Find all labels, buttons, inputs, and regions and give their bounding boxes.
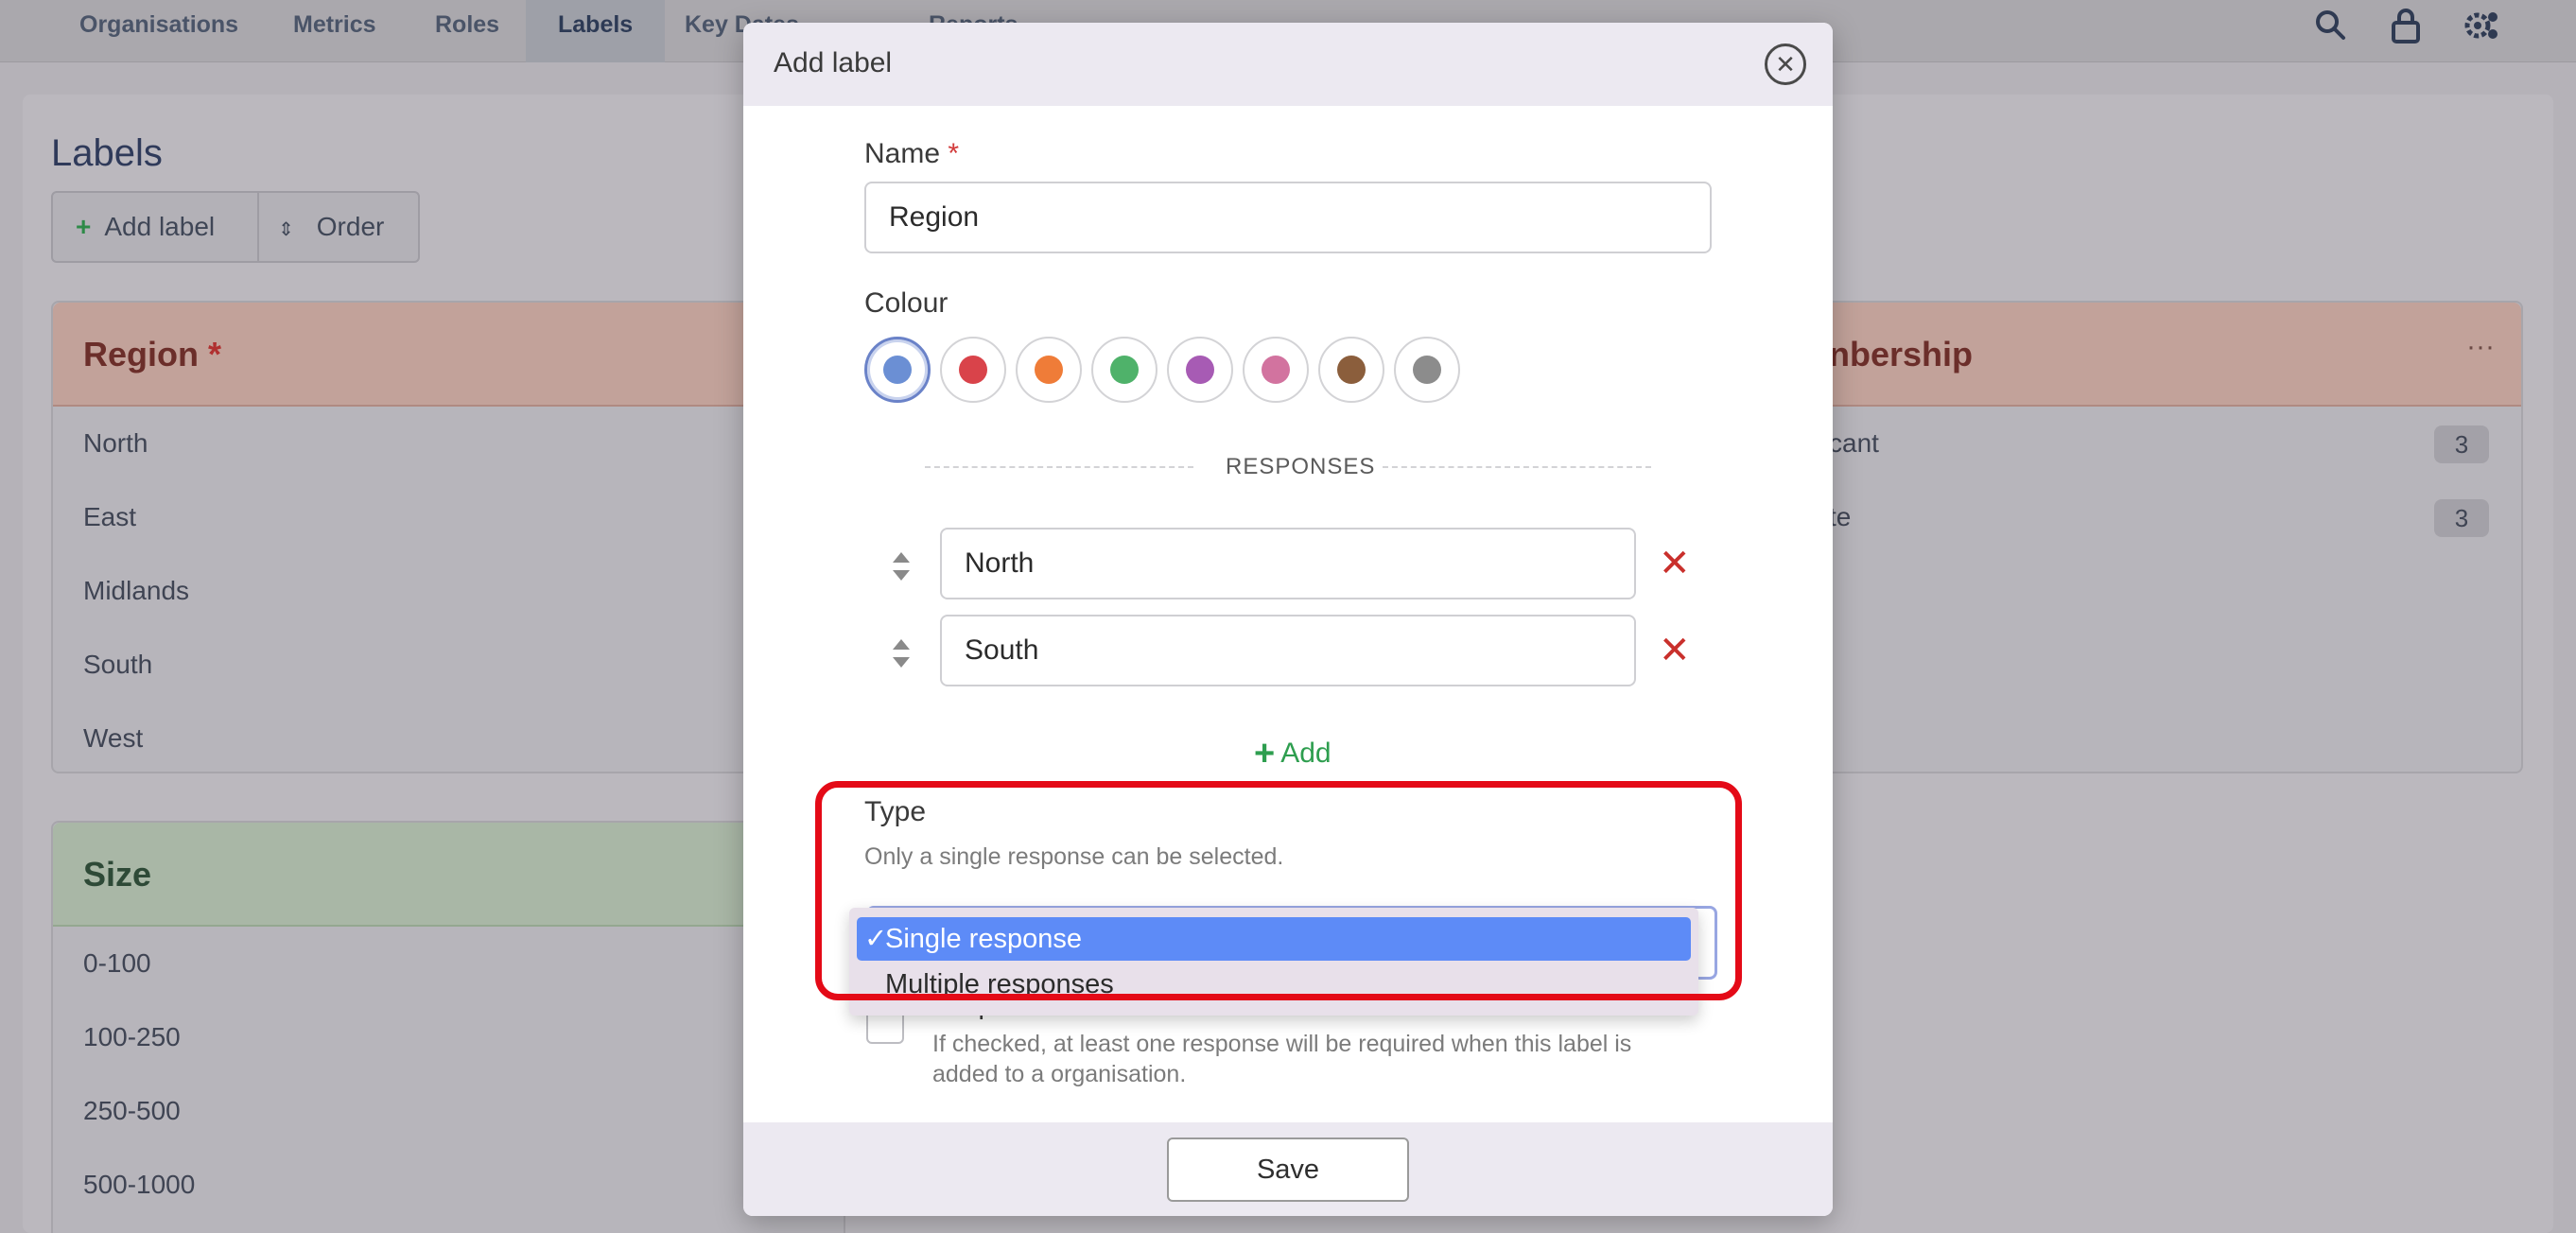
list-item: North <box>83 428 148 458</box>
card-title: Size <box>83 855 152 894</box>
responses-heading: RESPONSES <box>1226 454 1376 479</box>
lock-icon[interactable] <box>2387 8 2425 45</box>
plus-icon: + <box>76 212 92 241</box>
drag-handle-icon[interactable] <box>891 637 912 669</box>
remove-response-icon[interactable]: ✕ <box>1659 545 1691 582</box>
list-item: 500-1000 <box>83 1170 196 1199</box>
colour-swatch-brown[interactable] <box>1318 337 1384 403</box>
required-hint: If checked, at least one response will b… <box>932 1031 1632 1057</box>
count-badge: 3 <box>2434 499 2489 537</box>
colour-swatch-orange[interactable] <box>1016 337 1082 403</box>
list-item: 250-500 <box>83 1096 181 1125</box>
add-label-dialog: Add label ✕ Name * Region Colour RESPONS… <box>743 23 1833 1216</box>
card-title: nbership <box>1829 335 1974 373</box>
tab-labels[interactable]: Labels <box>526 0 666 62</box>
settings-icon[interactable] <box>2463 8 2500 45</box>
list-item: 0-100 <box>83 948 151 978</box>
list-item: 100-250 <box>83 1022 181 1051</box>
name-input[interactable]: Region <box>864 182 1712 253</box>
plus-icon: + <box>1254 734 1276 773</box>
response-input[interactable]: South <box>940 615 1636 686</box>
colour-swatch-pink[interactable] <box>1243 337 1309 403</box>
card-title: Region <box>83 335 199 373</box>
colour-swatch-green[interactable] <box>1091 337 1157 403</box>
count-badge: 3 <box>2434 425 2489 463</box>
tab-organisations[interactable]: Organisations <box>59 0 259 62</box>
more-options-icon[interactable]: ··· <box>2466 331 2495 363</box>
order-button[interactable]: ⇕ Order <box>278 193 384 261</box>
page-title: Labels <box>51 132 163 174</box>
search-icon[interactable] <box>2311 8 2349 45</box>
required-hint: added to a organisation. <box>932 1061 1187 1087</box>
label-actions: + Add label ⇕ Order <box>51 191 420 263</box>
add-response-button[interactable]: + Add <box>1254 734 1332 774</box>
tab-metrics[interactable]: Metrics <box>272 0 397 62</box>
drag-handle-icon[interactable] <box>891 550 912 582</box>
colour-label: Colour <box>864 287 949 319</box>
remove-response-icon[interactable]: ✕ <box>1659 632 1691 669</box>
colour-swatch-red[interactable] <box>940 337 1006 403</box>
colour-swatch-grey[interactable] <box>1394 337 1460 403</box>
highlight-box <box>815 781 1742 1000</box>
list-item: te <box>1829 502 1852 531</box>
list-item: West <box>83 723 144 753</box>
list-item: Midlands <box>83 576 190 605</box>
name-label: Name * <box>864 138 960 169</box>
divider <box>1383 466 1651 468</box>
list-item: South <box>83 650 153 679</box>
list-item: East <box>83 502 137 531</box>
tab-roles[interactable]: Roles <box>414 0 520 62</box>
dialog-header: Add label ✕ <box>743 23 1833 106</box>
add-label-button[interactable]: + Add label <box>76 193 215 261</box>
divider <box>925 466 1193 468</box>
list-item: cant <box>1829 428 1879 458</box>
sort-icon: ⇕ <box>278 219 294 240</box>
dialog-title: Add label <box>774 47 893 78</box>
label-card-membership: nbership ··· cant te 3 3 <box>1797 301 2523 773</box>
close-icon[interactable]: ✕ <box>1765 43 1806 85</box>
label-card-size: Size 0-100 100-250 250-500 500-1000 <box>51 821 845 1233</box>
colour-swatch-purple[interactable] <box>1167 337 1233 403</box>
label-card-region: Region * North East Midlands South West <box>51 301 845 773</box>
response-input[interactable]: North <box>940 528 1636 599</box>
colour-swatch-blue[interactable] <box>864 337 931 403</box>
save-button[interactable]: Save <box>1167 1137 1409 1202</box>
